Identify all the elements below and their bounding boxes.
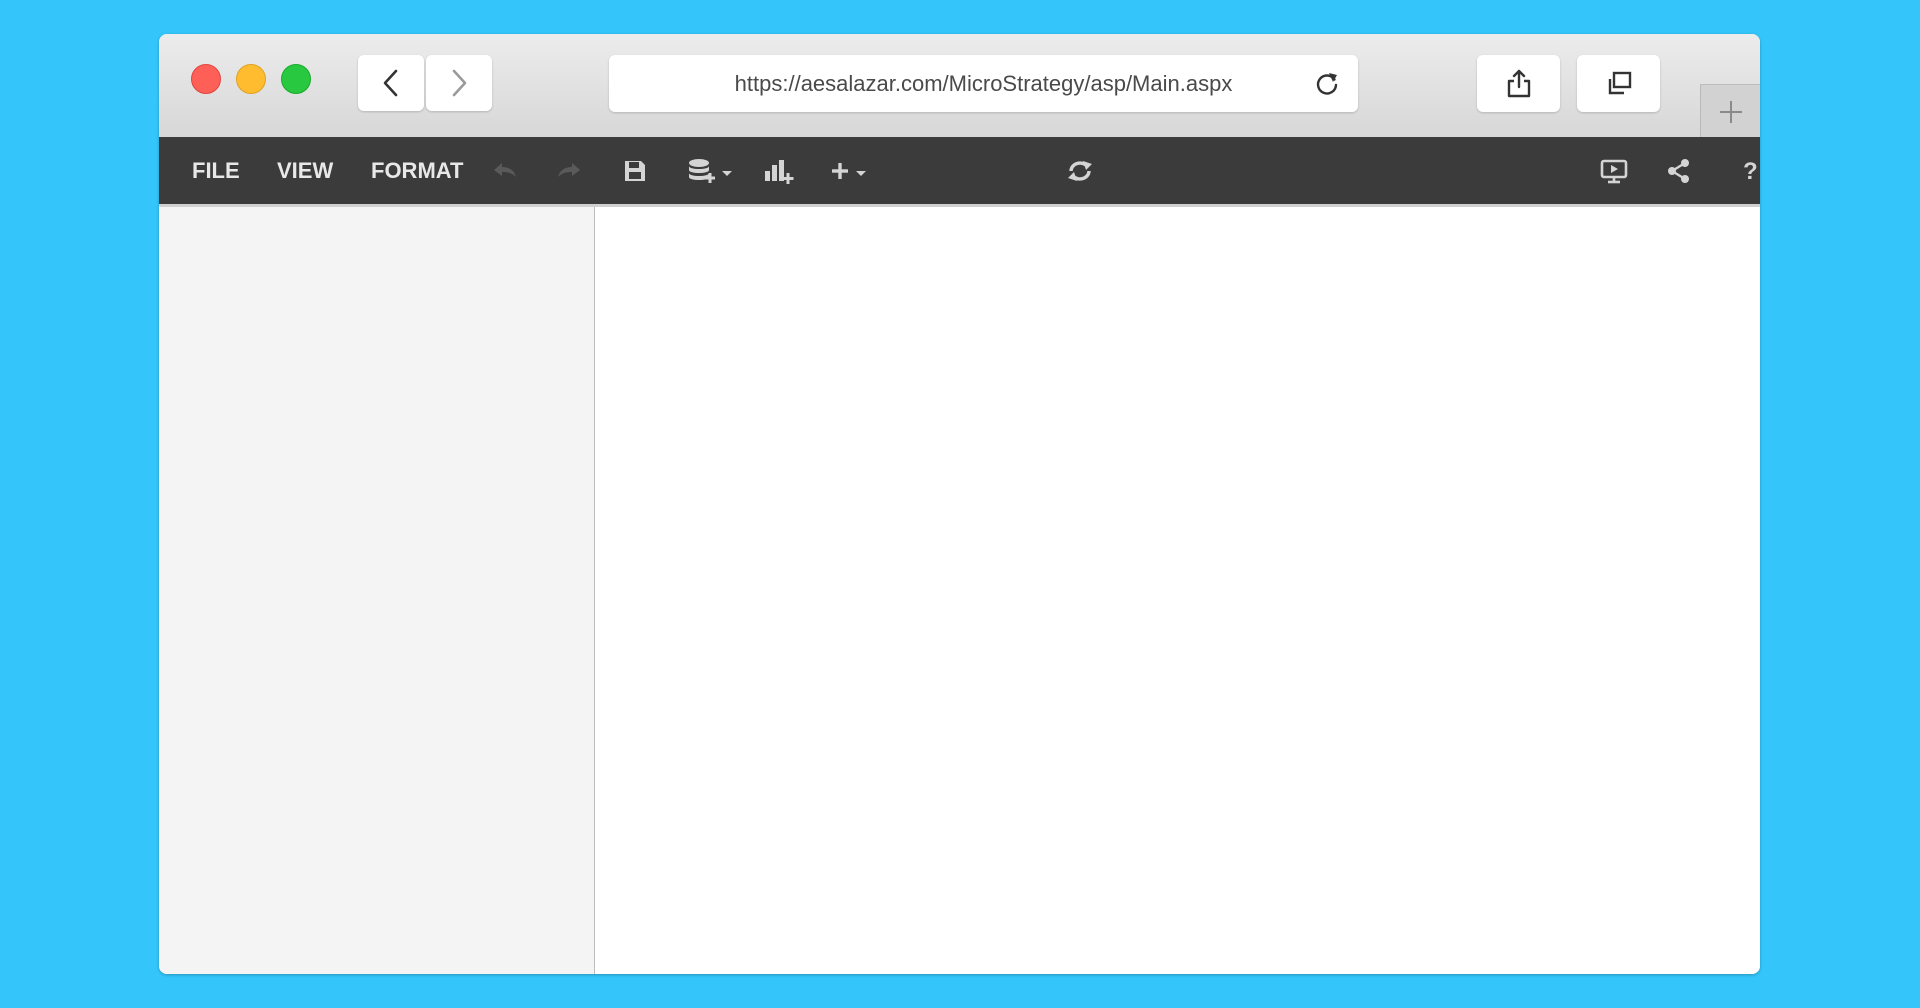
new-tab-button[interactable] bbox=[1700, 84, 1760, 138]
menu-view[interactable]: VIEW bbox=[277, 137, 333, 204]
refresh-icon[interactable] bbox=[1066, 156, 1094, 186]
dossier-canvas bbox=[595, 207, 1760, 974]
address-bar[interactable]: https://aesalazar.com/MicroStrategy/asp/… bbox=[609, 55, 1358, 112]
chevron-left-icon bbox=[383, 69, 398, 97]
url-text[interactable]: https://aesalazar.com/MicroStrategy/asp/… bbox=[609, 55, 1298, 112]
reload-icon[interactable] bbox=[1314, 71, 1340, 97]
tabs-overview-icon bbox=[1608, 71, 1631, 94]
add-visualization-icon[interactable] bbox=[763, 156, 795, 186]
app-toolbar: FILE VIEW FORMAT ? bbox=[159, 137, 1760, 207]
menu-format[interactable]: FORMAT bbox=[371, 137, 463, 204]
zoom-window-button[interactable] bbox=[281, 64, 311, 94]
close-window-button[interactable] bbox=[191, 64, 221, 94]
save-icon[interactable] bbox=[623, 156, 647, 186]
tabs-overview-button[interactable] bbox=[1577, 55, 1660, 112]
share-network-icon[interactable] bbox=[1667, 156, 1691, 186]
browser-titlebar: https://aesalazar.com/MicroStrategy/asp/… bbox=[159, 34, 1760, 138]
menu-file[interactable]: FILE bbox=[192, 137, 240, 204]
browser-window: https://aesalazar.com/MicroStrategy/asp/… bbox=[159, 34, 1760, 974]
add-data-icon[interactable] bbox=[686, 156, 734, 186]
undo-icon[interactable] bbox=[491, 156, 519, 186]
forward-button[interactable] bbox=[426, 55, 492, 111]
datasets-panel bbox=[159, 207, 595, 974]
share-button[interactable] bbox=[1477, 55, 1560, 112]
help-icon[interactable]: ? bbox=[1741, 156, 1760, 186]
minimize-window-button[interactable] bbox=[236, 64, 266, 94]
redo-icon[interactable] bbox=[555, 156, 583, 186]
back-button[interactable] bbox=[358, 55, 424, 111]
svg-text:?: ? bbox=[1743, 158, 1758, 185]
presentation-mode-icon[interactable] bbox=[1600, 156, 1628, 186]
insert-icon[interactable] bbox=[830, 156, 870, 186]
plus-icon bbox=[1720, 100, 1742, 123]
share-icon bbox=[1507, 69, 1530, 97]
chevron-right-icon bbox=[452, 69, 467, 97]
